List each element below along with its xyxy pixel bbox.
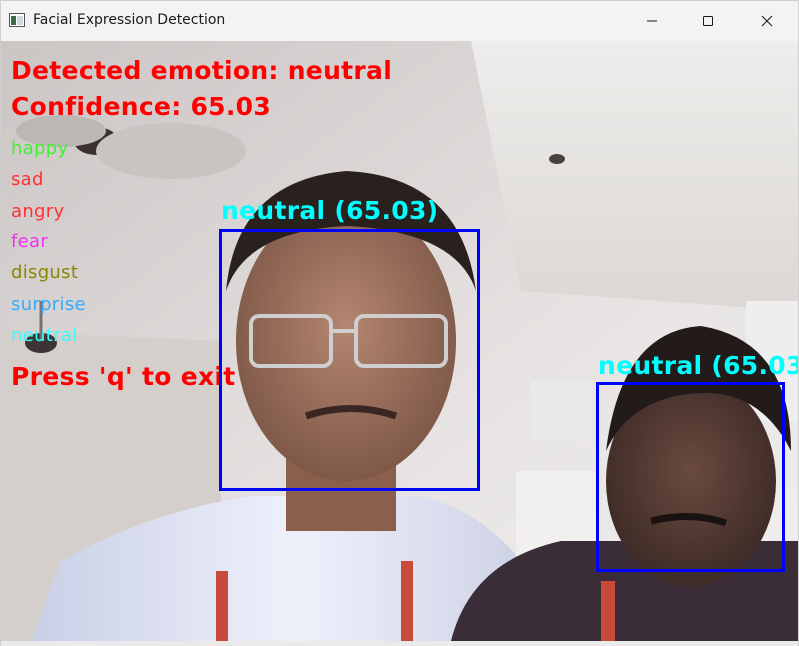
legend-item-happy: happy bbox=[11, 138, 69, 159]
legend-item-surprise: surprise bbox=[11, 294, 86, 315]
legend-item-neutral: neutral bbox=[11, 325, 78, 346]
maximize-button[interactable] bbox=[685, 1, 731, 41]
legend-item-fear: fear bbox=[11, 231, 49, 252]
legend-item-disgust: disgust bbox=[11, 262, 79, 283]
face-label: neutral (65.03) bbox=[598, 351, 798, 380]
camera-feed: Detected emotion: neutral Confidence: 65… bbox=[1, 41, 798, 641]
window-title: Facial Expression Detection bbox=[33, 12, 226, 28]
close-button[interactable] bbox=[744, 1, 790, 41]
face-bounding-box bbox=[219, 229, 480, 491]
maximize-icon bbox=[703, 16, 713, 26]
legend-item-angry: angry bbox=[11, 201, 65, 222]
minimize-icon bbox=[647, 20, 657, 22]
confidence-text: Confidence: 65.03 bbox=[11, 92, 272, 121]
close-icon bbox=[761, 15, 773, 27]
window-bottom-edge bbox=[1, 641, 798, 646]
minimize-button[interactable] bbox=[629, 1, 675, 41]
app-window-icon bbox=[9, 13, 25, 27]
detected-emotion-text: Detected emotion: neutral bbox=[11, 56, 393, 85]
legend-item-sad: sad bbox=[11, 169, 44, 190]
face-label: neutral (65.03) bbox=[221, 196, 439, 225]
title-bar[interactable]: Facial Expression Detection bbox=[1, 1, 798, 41]
app-window: Facial Expression Detection Detected emo… bbox=[0, 0, 799, 646]
face-bounding-box bbox=[596, 382, 785, 572]
exit-hint-text: Press 'q' to exit bbox=[11, 362, 236, 391]
